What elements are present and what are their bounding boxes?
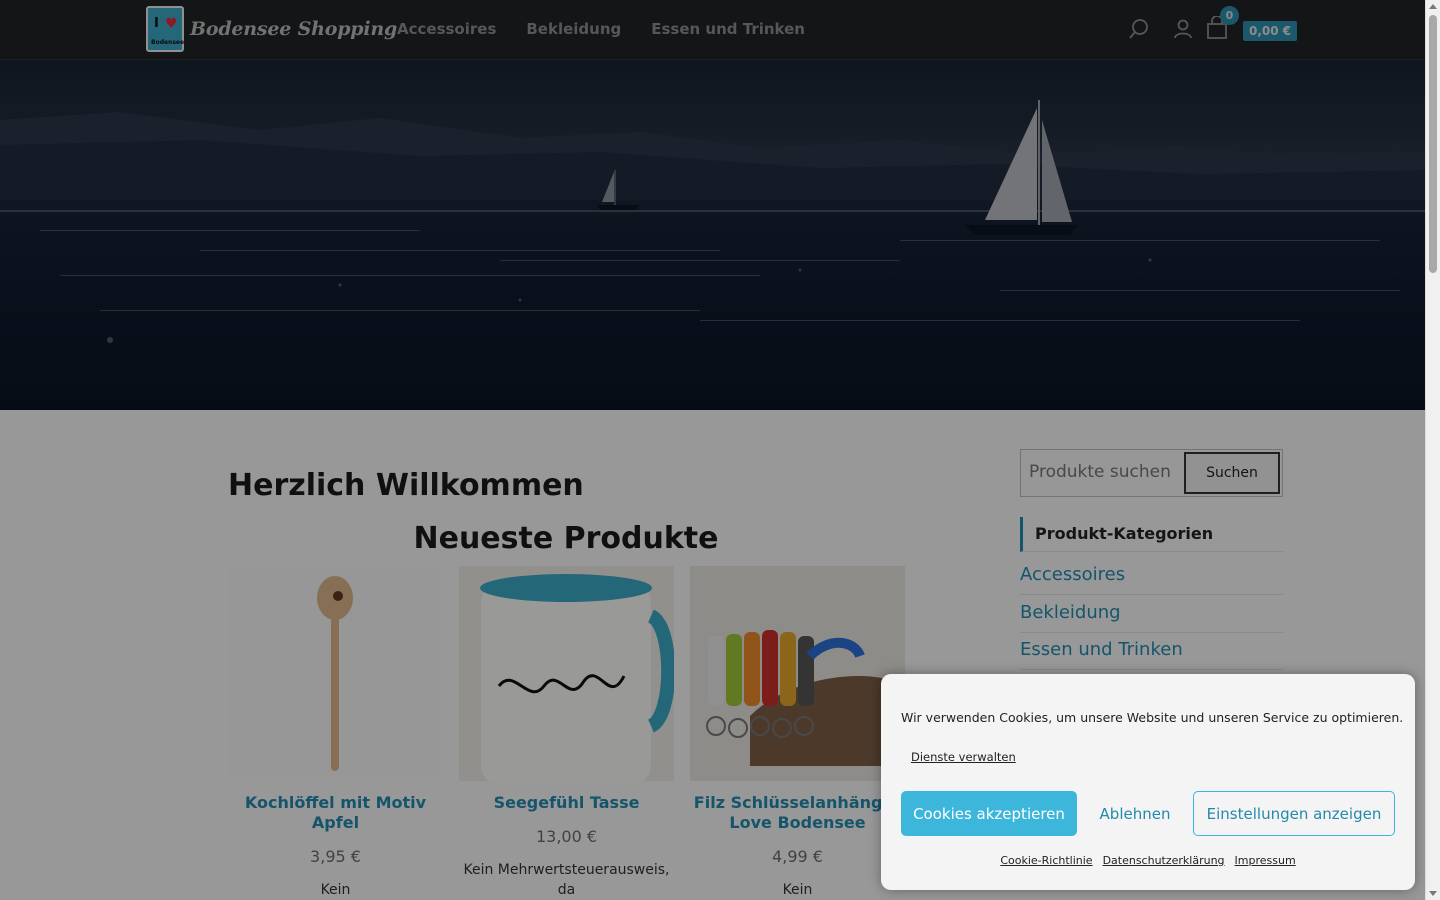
product-price: 3,95 € [310,847,361,866]
scroll-up-arrow-icon[interactable] [1429,4,1437,9]
category-link-bekleidung[interactable]: Bekleidung [1020,595,1283,633]
product-card[interactable]: Filz Schlüsselanhänger Love Bodensee 4,9… [690,566,905,900]
product-image[interactable] [459,566,674,781]
mug-image [459,566,674,781]
search-icon[interactable] [1128,18,1150,40]
scroll-down-arrow-icon[interactable] [1429,891,1437,896]
nav-item-essen-und-trinken[interactable]: Essen und Trinken [651,20,805,38]
product-note: Kein [782,882,813,898]
product-card[interactable]: Seegefühl Tasse 13,00 € Kein Mehrwertste… [459,566,674,900]
cookie-message: Wir verwenden Cookies, um unsere Website… [901,710,1404,725]
felt-keychains-image [690,566,905,781]
product-search-input[interactable] [1029,462,1189,482]
heart-icon: ♥ [165,16,178,32]
site-header: I ♥ Bodensee Bodensee Shopping Accessoir… [0,0,1425,60]
category-link-essen-und-trinken[interactable]: Essen und Trinken [1020,632,1283,670]
nav-item-bekleidung[interactable]: Bekleidung [526,20,621,38]
product-price: 13,00 € [535,827,598,846]
shopping-bag-logo-icon: I ♥ Bodensee [146,6,184,52]
product-image[interactable] [228,566,443,781]
privacy-policy-link[interactable]: Datenschutzerklärung [1103,854,1225,867]
site-logo[interactable]: I ♥ Bodensee Bodensee Shopping [146,4,397,54]
page-scrollbar[interactable] [1425,0,1440,900]
nav-item-accessoires[interactable]: Accessoires [397,20,496,38]
product-price: 4,99 € [772,847,823,866]
page-title: Herzlich Willkommen [228,468,584,503]
product-categories-heading: Produkt-Kategorien [1020,517,1283,552]
cookie-footer-links: Cookie-Richtlinie Datenschutzerklärung I… [881,854,1415,867]
main-nav: Accessoires Bekleidung Essen und Trinken [397,20,805,38]
product-note: Kein Mehrwertsteuerausweis, da [463,862,670,898]
wooden-spoon-image [317,576,353,771]
logo-badge-text: I [154,16,159,31]
show-settings-button[interactable]: Einstellungen anzeigen [1193,791,1395,836]
deny-cookies-button[interactable]: Ablehnen [1087,791,1183,836]
product-name[interactable]: Kochlöffel mit Motiv Apfel [228,793,443,833]
scrollbar-thumb[interactable] [1429,15,1437,273]
product-name[interactable]: Seegefühl Tasse [459,793,674,813]
accept-cookies-button[interactable]: Cookies akzeptieren [901,791,1077,836]
user-account-icon[interactable] [1172,18,1194,40]
hero-banner-lake-image [0,60,1425,410]
cart-count-badge: 0 [1220,6,1239,25]
product-note: Kein [320,882,351,898]
manage-services-link[interactable]: Dienste verwalten [911,750,1016,764]
search-button[interactable]: Suchen [1184,452,1280,494]
cookie-consent-banner: Wir verwenden Cookies, um unsere Website… [881,674,1415,890]
section-title-newest-products: Neueste Produkte [413,521,719,556]
category-link-accessoires[interactable]: Accessoires [1020,557,1283,595]
cart-total[interactable]: 0,00 € [1243,21,1298,41]
product-name[interactable]: Filz Schlüsselanhänger Love Bodensee [690,793,905,833]
product-image[interactable] [690,566,905,781]
product-card[interactable]: Kochlöffel mit Motiv Apfel 3,95 € Kein [228,566,443,900]
logo-text: Bodensee Shopping [190,18,398,40]
logo-sub-text: Bodensee [151,39,185,46]
lake-sailboat-illustration [0,100,1425,343]
product-search-form: Suchen [1020,449,1283,497]
imprint-link[interactable]: Impressum [1235,854,1296,867]
cookie-policy-link[interactable]: Cookie-Richtlinie [1000,854,1092,867]
